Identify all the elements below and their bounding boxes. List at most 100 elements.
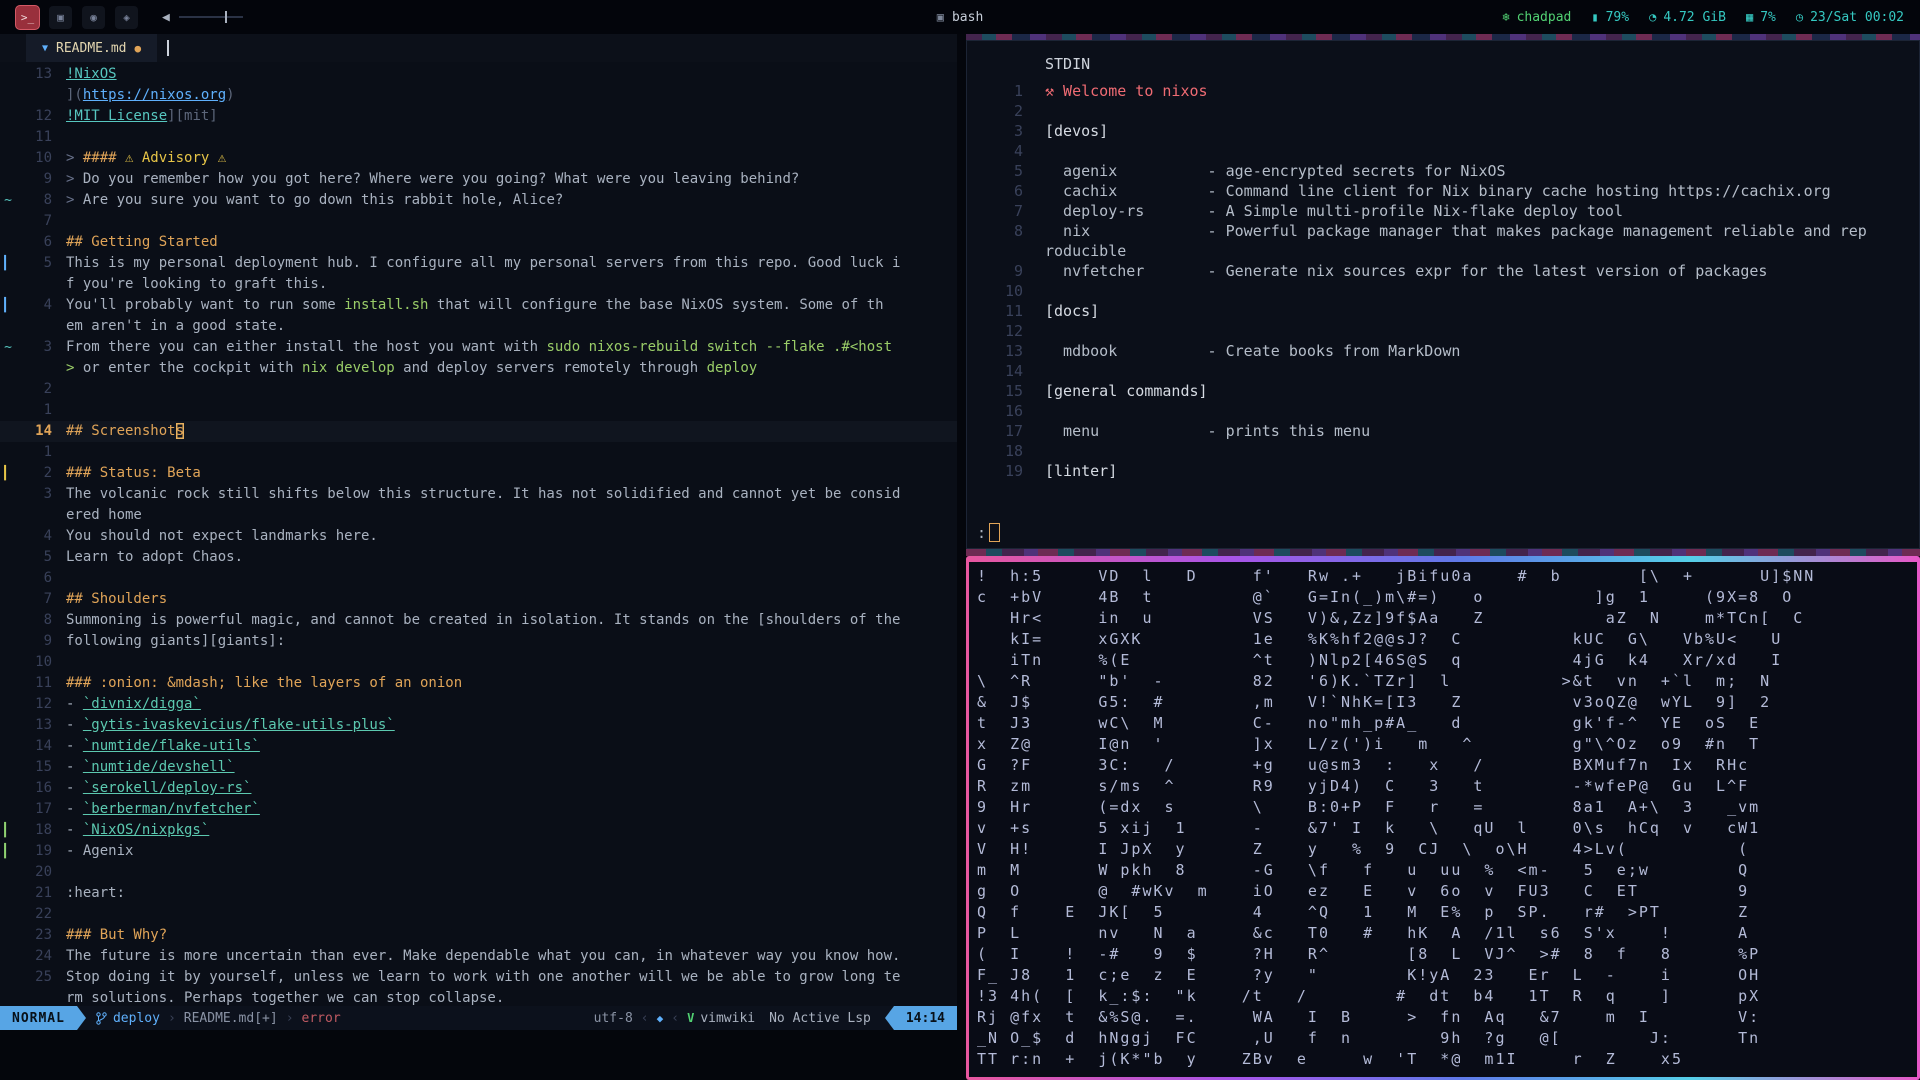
text-segment: The future is more uncertain than ever. … (66, 948, 901, 964)
chevron-right-icon: › (285, 1010, 294, 1026)
text-segment: ### But Why? (66, 927, 168, 943)
statusline-filename: README.md[+] (183, 1010, 278, 1026)
status-host: ❄ chadpad (1502, 10, 1571, 25)
line-text: !MIT License][mit] (66, 106, 218, 127)
editor-line: 20 (0, 862, 957, 883)
matrix-row: v +s 5 xij 1 - &7' I k \ qU l 0\s hCq v … (977, 819, 1761, 837)
pager-line: 5 agenix - age-encrypted secrets for Nix… (979, 161, 1919, 181)
gutter-sign (0, 127, 16, 148)
line-number (16, 85, 52, 106)
vim-icon: V (687, 1011, 695, 1025)
text-segment: sudo nixos-rebuild switch --flake .#<hos… (546, 339, 893, 355)
line-number: 6 (43, 570, 52, 586)
text-segment: `divnix/digga` (82, 696, 201, 712)
workspace-chat[interactable]: ▣ (49, 5, 72, 29)
line-text: following giants][giants]: (66, 631, 285, 652)
line-text: ered home (66, 505, 142, 526)
window-icon: ▣ (936, 10, 944, 24)
gutter-sign: ▎ (4, 298, 12, 313)
line-number (16, 505, 52, 526)
pager-line: 15 [general commands] (979, 381, 1919, 401)
matrix-row: g O @ #wKv m iO ez E v 6o v FU3 C ET 9 (977, 882, 1750, 900)
workspace-ghost[interactable]: ◉ (82, 5, 105, 29)
editor-line: ▎ 4 You'll probably want to run some insta… (0, 295, 957, 316)
matrix-buffer[interactable]: ! h:5 VD l D f' Rw .+ jBifu0a # b [\ + U… (969, 562, 1917, 1077)
volume-slider[interactable] (178, 11, 243, 23)
host-icon: ❄ (1502, 10, 1510, 24)
line-text: - `gytis-ivaskevicius/flake-utils-plus` (66, 715, 395, 736)
editor-tab[interactable]: ▼ README.md ● (26, 34, 158, 62)
text-segment: - (66, 780, 83, 796)
pager-buffer[interactable]: 1 ⚒ Welcome to nixos 2 3 [devos] 4 5 agenix - … (967, 81, 1919, 481)
text-segment: You should not expect landmarks here. (66, 528, 378, 544)
volume-control[interactable]: ◀ (162, 10, 243, 25)
status-cpu: ▦ 7% (1746, 10, 1776, 25)
gutter-sign (0, 274, 16, 295)
line-text: !NixOS (66, 64, 117, 85)
line-text: - `berberman/nvfetcher` (66, 799, 260, 820)
pager-line: 18 (979, 441, 1919, 461)
pager-line: 4 (979, 141, 1919, 161)
line-number: 5 (43, 549, 52, 565)
line-number: 3 (43, 339, 52, 355)
tabline-caret (167, 40, 170, 56)
line-number: 4 (43, 297, 52, 313)
volume-slider-handle[interactable] (224, 11, 227, 23)
pager-line-text: agenix - age-encrypted secrets for NixOS (1045, 162, 1506, 180)
matrix-row: ( I ! -# 9 $ ?H R^ [8 L VJ^ ># 8 f 8 %P (977, 945, 1761, 963)
pager-line: 16 (979, 401, 1919, 421)
cursor-position: 14:14 (893, 1006, 957, 1030)
window-title-text: bash (951, 9, 984, 25)
line-number: 14 (35, 738, 52, 754)
editor-line: ▎ 5 This is my personal deployment hub. I … (0, 253, 957, 274)
matrix-row: R zm s/ms ^ R9 yjD4) C 3 t -*wfeP@ Gu L^… (977, 777, 1750, 795)
line-text: From there you can either install the ho… (66, 337, 892, 358)
matrix-row: _N O_$ d hNggj FC ,U f n 9h ?g @[ J: Tn (977, 1029, 1761, 1047)
line-number: 9 (43, 171, 52, 187)
text-segment: #### (82, 150, 126, 166)
text-segment: Summoning is powerful magic, and cannot … (66, 612, 901, 628)
text-segment: em aren't in a good state. (66, 318, 286, 334)
gutter-sign (0, 736, 16, 757)
pager-line-text: nvfetcher - Generate nix sources expr fo… (1045, 262, 1768, 280)
text-segment: `numtide/flake-utils` (82, 738, 260, 754)
pager-line-number: 12 (1004, 322, 1023, 340)
workspace-terminal[interactable]: >_ (16, 5, 39, 29)
clock-icon: ◷ (1795, 10, 1804, 24)
status-cpu-value: 7% (1760, 9, 1776, 25)
text-segment: - Agenix (66, 843, 134, 859)
editor-buffer[interactable]: 13 !NixOS ](https://nixos.org) 12 !MIT Lic… (0, 62, 957, 1006)
pager-prompt[interactable]: : (977, 523, 1001, 542)
line-text: > Are you sure you want to go down this … (66, 190, 563, 211)
line-number (16, 988, 52, 1006)
line-text: em aren't in a good state. (66, 316, 285, 337)
topbar-status: ❄ chadpad ▮ 79% ◔ 4.72 GiB ▦ 7% ◷ 23/Sat 00:02 (1502, 10, 1904, 25)
matrix-row: P L nv N a &c T0 # hK A /1l s6 S'x ! A (977, 924, 1750, 942)
line-number: 8 (43, 192, 52, 208)
gutter-sign: ~ (4, 340, 12, 355)
editor-line: em aren't in a good state. (0, 316, 957, 337)
gutter-sign (0, 778, 16, 799)
gutter-sign (0, 568, 16, 589)
text-segment: ⚠ Advisory ⚠ (125, 150, 227, 166)
git-branch-name: deploy (112, 1010, 160, 1026)
text-segment: `gytis-ivaskevicius/flake-utils-plus` (82, 717, 395, 733)
line-text: The volcanic rock still shifts below thi… (66, 484, 900, 505)
workspace-list: >_ ▣ ◉ ◈ (16, 5, 138, 29)
pager-line-number: 3 (1013, 122, 1023, 140)
matrix-row: TT r:n + j(K*"b y ZBv e w 'T *@ m1I r Z … (977, 1050, 1683, 1068)
editor-window: ▼ README.md ● 13 !NixOS ](https://nixos.o… (0, 34, 957, 1030)
line-number: 2 (43, 465, 52, 481)
editor-line: 7 ## Shoulders (0, 589, 957, 610)
markdown-file-icon: ▼ (42, 42, 49, 54)
text-segment: ## Shoulders (66, 591, 168, 607)
text-segment: ## Screenshot (66, 423, 176, 439)
editor-line: 3 The volcanic rock still shifts below th… (0, 484, 957, 505)
gutter-sign (0, 547, 16, 568)
pager-line-number: 11 (1004, 302, 1023, 320)
powerline-separator-icon (76, 1006, 86, 1030)
line-text: The future is more uncertain than ever. … (66, 946, 900, 967)
workspace-apps[interactable]: ◈ (115, 5, 138, 29)
matrix-row: !3 4h( [ k_:$: "k /t / # dt b4 1T R q ] … (977, 987, 1761, 1005)
wallpaper-strip (966, 549, 1920, 556)
